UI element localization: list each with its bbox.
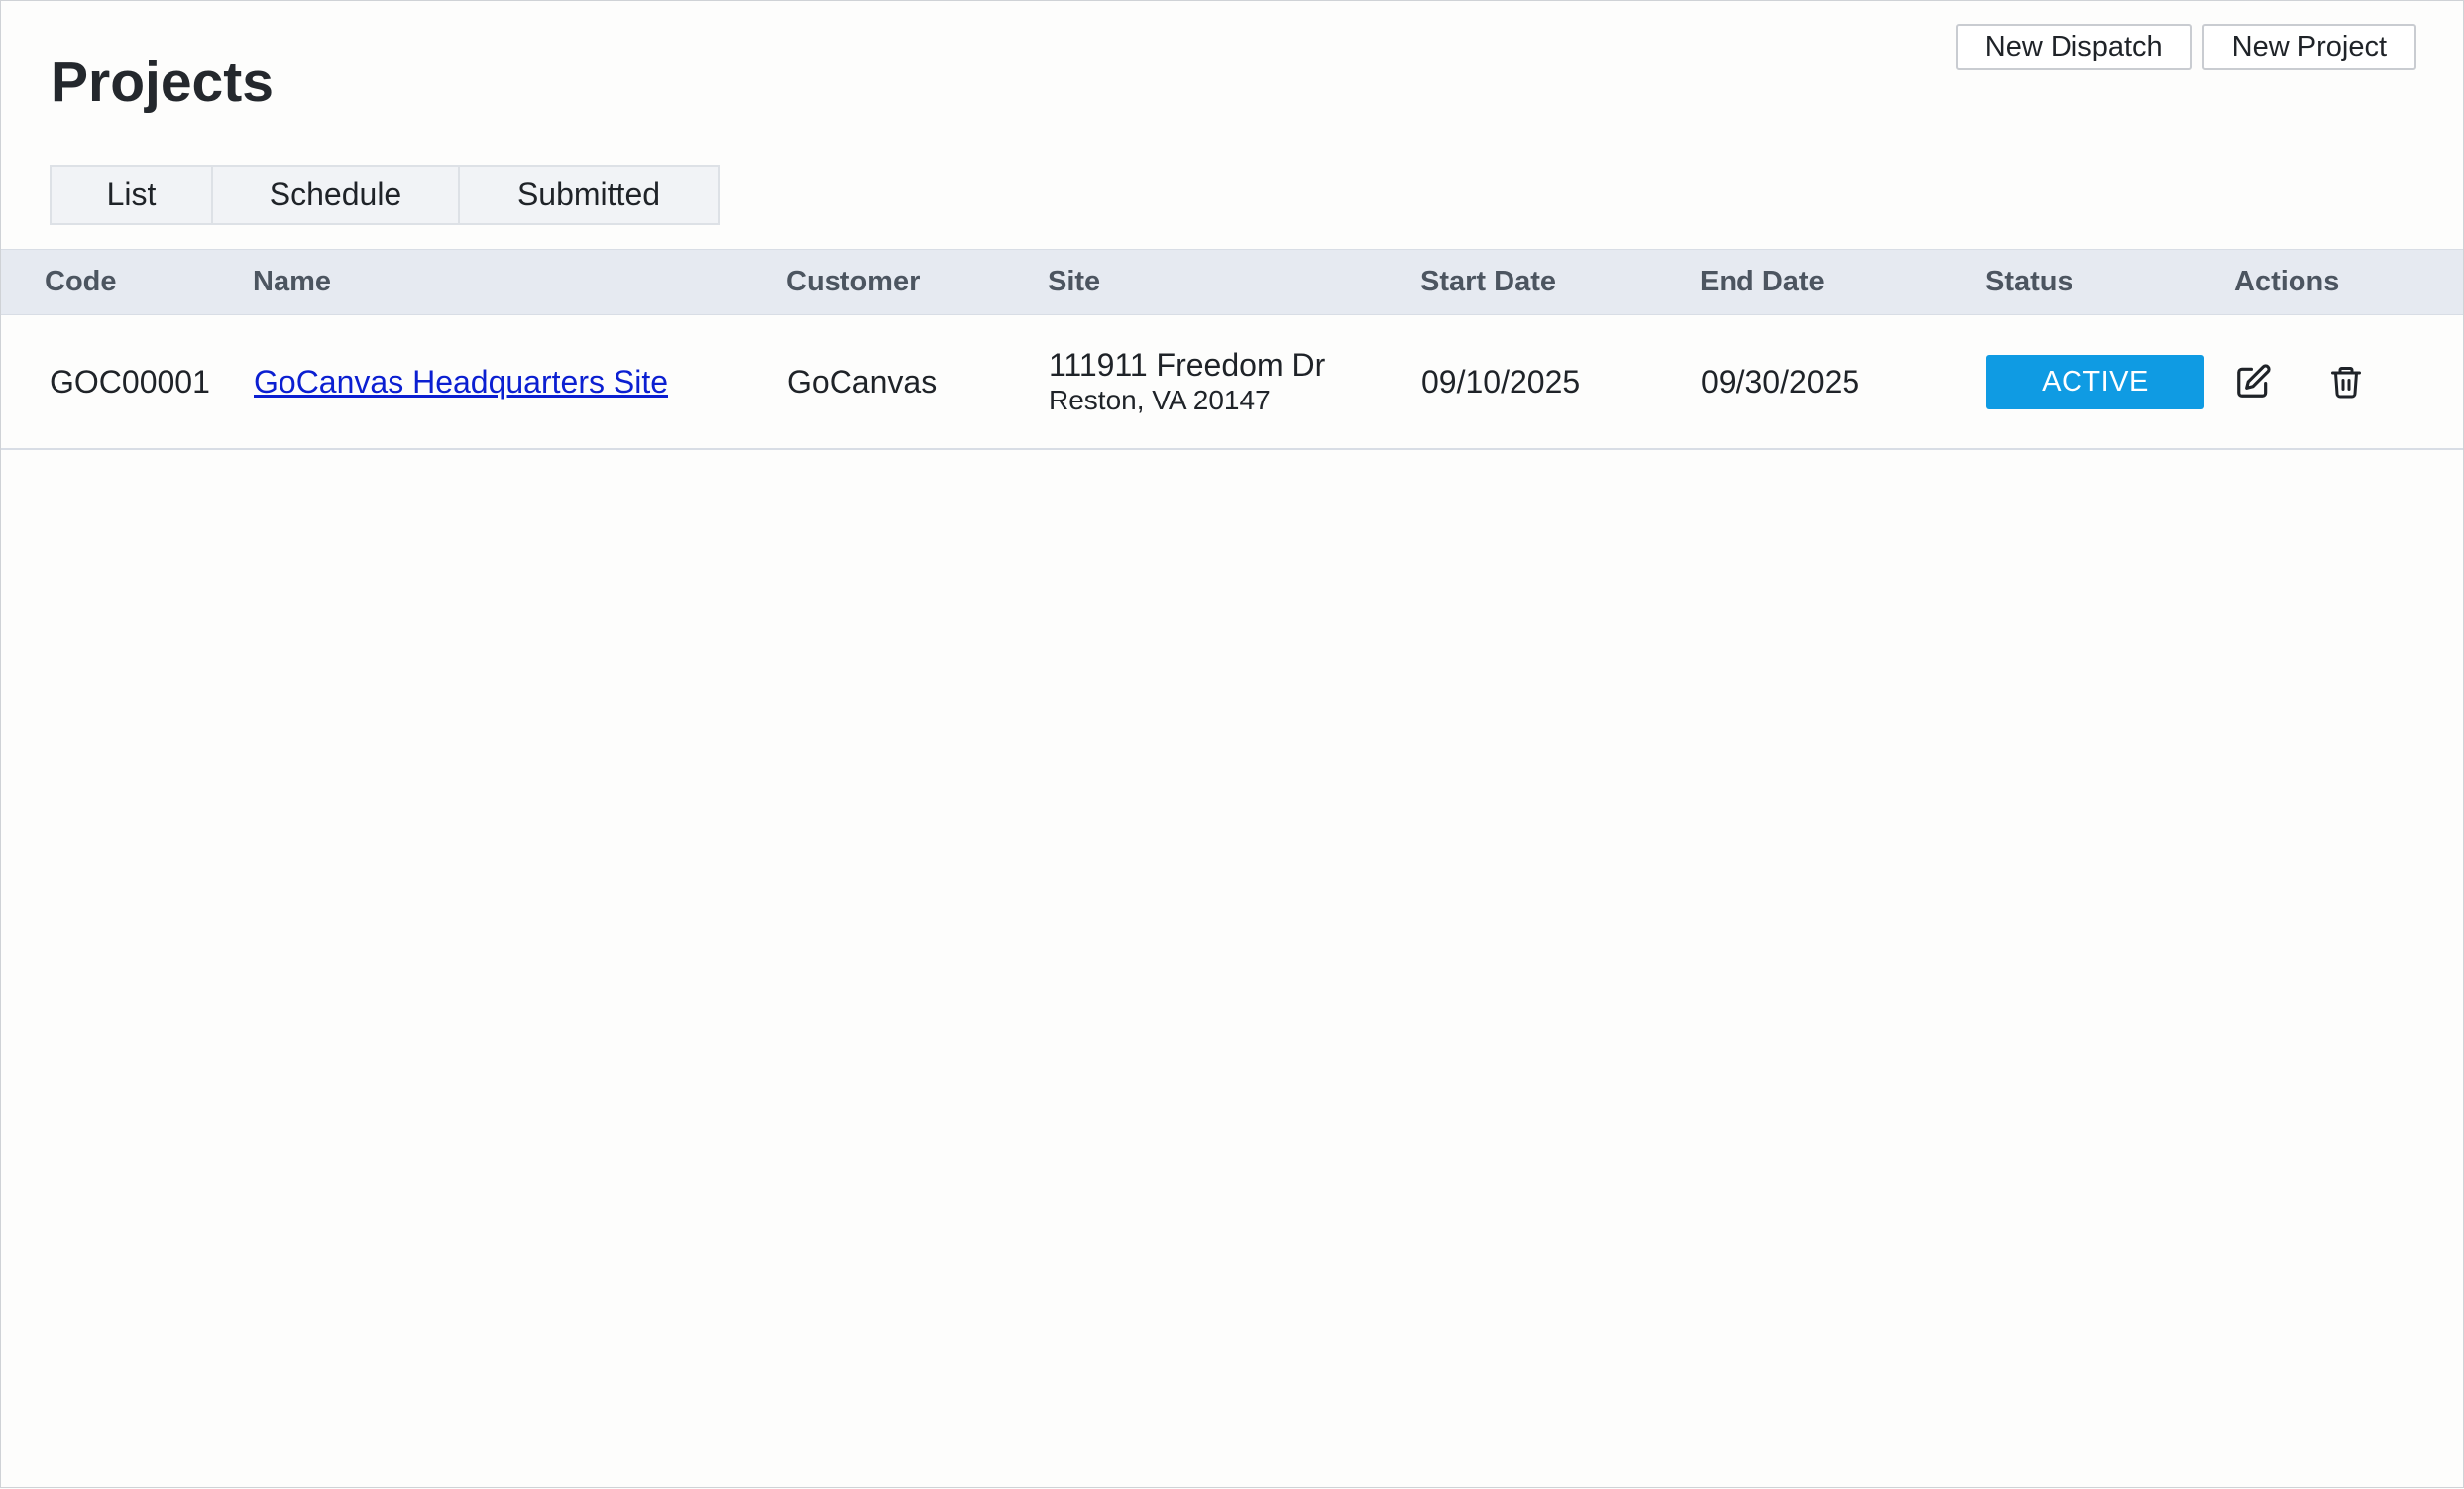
status-badge: ACTIVE — [1986, 354, 2204, 409]
new-dispatch-button[interactable]: New Dispatch — [1955, 24, 2192, 70]
column-header-customer[interactable]: Customer — [786, 250, 920, 314]
site-street: 111911 Freedom Dr — [1049, 347, 1326, 383]
column-header-site[interactable]: Site — [1048, 250, 1100, 314]
trash-icon[interactable] — [2326, 362, 2366, 401]
page-title: Projects — [51, 51, 274, 114]
column-header-actions: Actions — [2234, 266, 2340, 297]
table-header: Code Name Customer Site Start Date End D… — [1, 249, 2463, 315]
view-tabs: List Schedule Submitted — [50, 165, 720, 225]
table-row: GOC00001 GoCanvas Headquarters Site GoCa… — [1, 315, 2463, 450]
project-start-date: 09/10/2025 — [1421, 363, 1581, 400]
column-header-start-date[interactable]: Start Date — [1420, 250, 1556, 314]
column-header-code[interactable]: Code — [45, 250, 117, 314]
project-code: GOC00001 — [50, 363, 210, 400]
project-customer: GoCanvas — [787, 363, 938, 400]
tab-list[interactable]: List — [52, 167, 211, 223]
project-name-link[interactable]: GoCanvas Headquarters Site — [254, 364, 668, 401]
tab-submitted[interactable]: Submitted — [458, 167, 718, 223]
projects-table: Code Name Customer Site Start Date End D… — [1, 249, 2463, 450]
projects-page: Projects New Dispatch New Project List S… — [0, 0, 2464, 1488]
site-city: Reston, VA 20147 — [1049, 385, 1271, 415]
header-actions: New Dispatch New Project — [1955, 24, 2416, 70]
project-end-date: 09/30/2025 — [1701, 363, 1860, 400]
project-site: 111911 Freedom Dr Reston, VA 20147 — [1049, 315, 1325, 448]
new-project-button[interactable]: New Project — [2201, 24, 2416, 70]
column-header-name[interactable]: Name — [253, 250, 331, 314]
tab-schedule[interactable]: Schedule — [211, 167, 458, 223]
column-header-status[interactable]: Status — [1985, 250, 2073, 314]
column-header-end-date[interactable]: End Date — [1700, 250, 1825, 314]
edit-icon[interactable] — [2233, 362, 2273, 401]
